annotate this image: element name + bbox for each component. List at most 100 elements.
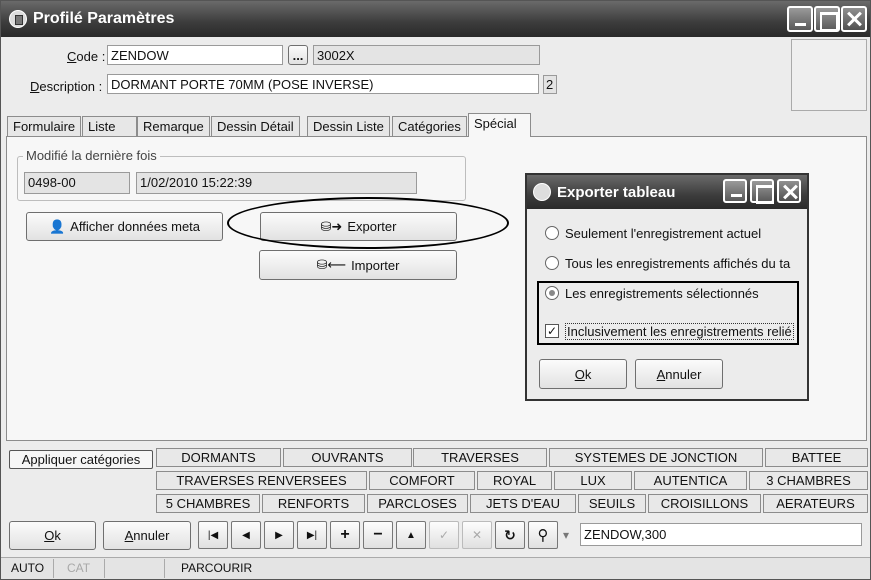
option-include-related[interactable]: ✓ Inclusivement les enregistrements reli… — [545, 321, 794, 341]
previous-icon: ◀ — [242, 529, 250, 541]
revert-button[interactable]: ✕ — [462, 521, 492, 549]
x-icon: ✕ — [471, 528, 483, 542]
export-dialog: Exporter tableau Seulement l'enregistrem… — [525, 173, 809, 401]
category-jets-deau[interactable]: JETS D'EAU — [470, 494, 576, 513]
dialog-app-icon — [533, 183, 551, 201]
close-button[interactable] — [841, 6, 867, 32]
find-button[interactable]: ⚲ — [528, 521, 558, 549]
category-dormants[interactable]: DORMANTS — [156, 448, 281, 467]
category-aerateurs[interactable]: AERATEURS — [763, 494, 868, 513]
window-title: Profilé Paramètres — [33, 10, 175, 27]
up-triangle-icon: ▲ — [406, 529, 416, 541]
first-icon: |◀ — [207, 529, 219, 541]
check-icon: ✓ — [438, 528, 450, 542]
radio-current[interactable] — [545, 226, 559, 240]
minimize-button[interactable] — [787, 6, 813, 32]
chevron-down-icon: ▾ — [562, 528, 570, 542]
description-field[interactable]: DORMANT PORTE 70MM (POSE INVERSE) — [107, 74, 539, 94]
tab-dessin-detail[interactable]: Dessin Détail — [211, 116, 300, 137]
highlight-ellipse — [227, 197, 509, 249]
option-all-displayed[interactable]: Tous les enregistrements affichés du ta — [545, 253, 790, 273]
cancel-button[interactable]: Annuler — [103, 521, 191, 550]
description-label: Description : — [30, 79, 103, 94]
last-icon: ▶| — [306, 529, 318, 541]
radio-all[interactable] — [545, 256, 559, 270]
maximize-button[interactable] — [814, 6, 840, 32]
tab-liste[interactable]: Liste — [82, 116, 137, 137]
apply-categories-button[interactable]: Appliquer catégories — [9, 450, 153, 469]
first-record-button[interactable]: |◀ — [198, 521, 228, 549]
dialog-minimize-button[interactable] — [723, 179, 747, 203]
status-mode: AUTO — [11, 561, 45, 575]
category-renforts[interactable]: RENFORTS — [262, 494, 365, 513]
option-current-record[interactable]: Seulement l'enregistrement actuel — [545, 223, 761, 243]
search-input[interactable]: ZENDOW,300 — [580, 523, 862, 546]
category-royal[interactable]: ROYAL — [477, 471, 552, 490]
next-icon: ▶ — [275, 529, 283, 541]
category-ouvrants[interactable]: OUVRANTS — [283, 448, 412, 467]
category-autentica[interactable]: AUTENTICA — [634, 471, 747, 490]
edit-record-button[interactable]: ▲ — [396, 521, 426, 549]
database-import-icon: ⛁⟵ — [316, 257, 347, 272]
modified-user-field[interactable]: 0498-00 — [24, 172, 130, 194]
status-cat: CAT — [67, 561, 91, 575]
category-parcloses[interactable]: PARCLOSES — [367, 494, 468, 513]
category-traverses[interactable]: TRAVERSES — [413, 448, 547, 467]
ok-button[interactable]: Ok — [9, 521, 96, 550]
tab-remarque[interactable]: Remarque — [137, 116, 210, 137]
include-related-checkbox[interactable]: ✓ — [545, 324, 559, 338]
category-croisillons[interactable]: CROISILLONS — [648, 494, 761, 513]
previous-record-button[interactable]: ◀ — [231, 521, 261, 549]
status-separator — [104, 559, 105, 578]
category-traverses-renversees[interactable]: TRAVERSES RENVERSEES — [156, 471, 367, 490]
show-meta-button[interactable]: 👤 Afficher données meta — [26, 212, 223, 241]
title-bar: Profilé Paramètres — [1, 1, 870, 37]
dialog-title-bar: Exporter tableau — [527, 175, 807, 209]
tab-special[interactable]: Spécial — [468, 113, 531, 137]
status-action: PARCOURIR — [181, 561, 253, 575]
tab-formulaire[interactable]: Formulaire — [7, 116, 82, 137]
dialog-title: Exporter tableau — [557, 184, 676, 201]
category-seuils[interactable]: SEUILS — [578, 494, 646, 513]
main-window: Profilé Paramètres Code : ZENDOW ... 300… — [0, 0, 871, 580]
import-button[interactable]: ⛁⟵ Importer — [259, 250, 457, 280]
category-systemes-jonction[interactable]: SYSTEMES DE JONCTION — [549, 448, 763, 467]
delete-record-button[interactable]: − — [363, 521, 393, 549]
modified-date-field[interactable]: 1/02/2010 15:22:39 — [136, 172, 417, 194]
app-icon — [9, 10, 27, 28]
tab-categories[interactable]: Catégories — [392, 116, 467, 137]
binoculars-icon: ⚲ — [537, 527, 549, 544]
description-count: 2 — [543, 75, 557, 94]
code-field[interactable]: ZENDOW — [107, 45, 283, 65]
plus-icon: + — [340, 526, 350, 543]
last-record-button[interactable]: ▶| — [297, 521, 327, 549]
category-comfort[interactable]: COMFORT — [369, 471, 475, 490]
status-bar: AUTO CAT PARCOURIR — [1, 557, 870, 579]
dialog-cancel-button[interactable]: Annuler — [635, 359, 723, 389]
last-modified-title: Modifié la dernière fois — [23, 148, 160, 163]
browse-button[interactable]: ... — [288, 45, 308, 65]
status-separator — [53, 559, 54, 578]
status-separator — [164, 559, 165, 578]
code-label: Code : — [67, 49, 106, 64]
dialog-close-button[interactable] — [777, 179, 801, 203]
category-5-chambres[interactable]: 5 CHAMBRES — [156, 494, 260, 513]
dialog-maximize-button[interactable] — [750, 179, 774, 204]
category-battee[interactable]: BATTEE — [765, 448, 868, 467]
radio-selected[interactable] — [545, 286, 559, 300]
user-icon: 👤 — [48, 218, 66, 234]
option-selected-records[interactable]: Les enregistrements sélectionnés — [545, 283, 759, 303]
code-extra-field[interactable]: 3002X — [313, 45, 540, 65]
category-3-chambres[interactable]: 3 CHAMBRES — [749, 471, 868, 490]
minus-icon: − — [373, 526, 383, 543]
find-dropdown[interactable]: ▾ — [560, 521, 572, 549]
profile-thumbnail — [791, 39, 867, 111]
refresh-icon: ↻ — [504, 526, 516, 543]
category-lux[interactable]: LUX — [554, 471, 632, 490]
dialog-ok-button[interactable]: Ok — [539, 359, 627, 389]
refresh-button[interactable]: ↻ — [495, 521, 525, 549]
tab-dessin-liste[interactable]: Dessin Liste — [307, 116, 390, 137]
next-record-button[interactable]: ▶ — [264, 521, 294, 549]
confirm-button[interactable]: ✓ — [429, 521, 459, 549]
add-record-button[interactable]: + — [330, 521, 360, 549]
